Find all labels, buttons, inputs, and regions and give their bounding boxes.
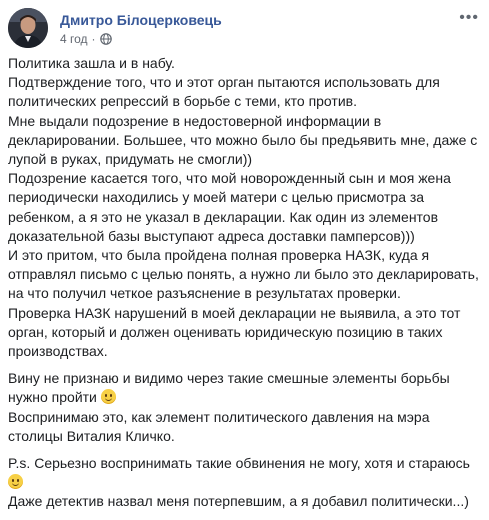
paragraph-2: Вину не признаю и видимо через такие сме… bbox=[8, 369, 484, 446]
paragraph-1: Политика зашла и в набу. Подтверждение т… bbox=[8, 54, 484, 361]
author-name[interactable]: Дмитро Білоцерковець bbox=[60, 12, 222, 28]
avatar-photo bbox=[8, 8, 48, 48]
text-line: И это притом, что была пройдена полная п… bbox=[8, 247, 430, 264]
smiley-emoji-icon bbox=[8, 474, 23, 490]
text-line: Подтверждение того, что и этот орган пыт… bbox=[8, 74, 440, 91]
text-line: на что получил четкое разъяснение в резу… bbox=[8, 285, 401, 302]
emoji-line bbox=[8, 473, 484, 492]
smiley-emoji-icon bbox=[100, 389, 116, 405]
text-line: ребенком, а я это не указал в декларации… bbox=[8, 208, 439, 225]
text-line: периодически находились у моей матери с … bbox=[8, 189, 425, 206]
text-line: производствах. bbox=[8, 343, 108, 360]
paragraph-3: P.s. Серьезно воспринимать такие обвинен… bbox=[8, 454, 484, 512]
text-line: политических репрессий в борьбе с теми, … bbox=[8, 93, 357, 110]
text-line: Политика зашла и в набу. bbox=[8, 55, 175, 71]
text-line: Вину не признаю и видимо через такие сме… bbox=[8, 370, 450, 387]
globe-icon[interactable] bbox=[99, 33, 112, 45]
text-line: отправлял письмо с целью понять, а нужно… bbox=[8, 266, 479, 283]
text-line: орган, который и должен оценивать юридич… bbox=[8, 323, 443, 340]
post-body: Политика зашла и в набу. Подтверждение т… bbox=[8, 54, 484, 520]
text-line: P.s. Серьезно воспринимать такие обвинен… bbox=[8, 455, 470, 472]
text-line: Проверка НАЗК нарушений в моей деклараци… bbox=[8, 304, 461, 321]
post-meta: 4 год · bbox=[60, 32, 112, 46]
text-line: нужно пройти bbox=[8, 389, 97, 406]
text-line: лупой в руках, придумать не смогли)) bbox=[8, 151, 253, 168]
text-line: столицы Виталия Кличко. bbox=[8, 427, 175, 444]
text-line: декларировании. Большее, что можно было … bbox=[8, 131, 478, 148]
text-line: Воспринимаю это, как элемент политическо… bbox=[8, 408, 430, 425]
post-header: Дмитро Білоцерковець 4 год · ••• bbox=[8, 6, 481, 50]
more-options-button[interactable]: ••• bbox=[459, 10, 479, 26]
text-line: Подозрение касается того, что мой новоро… bbox=[8, 170, 451, 187]
text-line: Даже детектив назвал меня потерпевшим, а… bbox=[8, 493, 469, 510]
text-line: Мне выдали подозрение в недостоверной ин… bbox=[8, 112, 382, 129]
text-line-with-emoji: нужно пройти bbox=[8, 388, 484, 407]
meta-separator: · bbox=[91, 32, 96, 46]
facebook-post: Дмитро Білоцерковець 4 год · ••• Политик… bbox=[0, 0, 489, 514]
text-line: доказательной базы выступают адреса дост… bbox=[8, 227, 415, 244]
post-time[interactable]: 4 год bbox=[60, 32, 88, 46]
avatar[interactable] bbox=[8, 8, 48, 48]
